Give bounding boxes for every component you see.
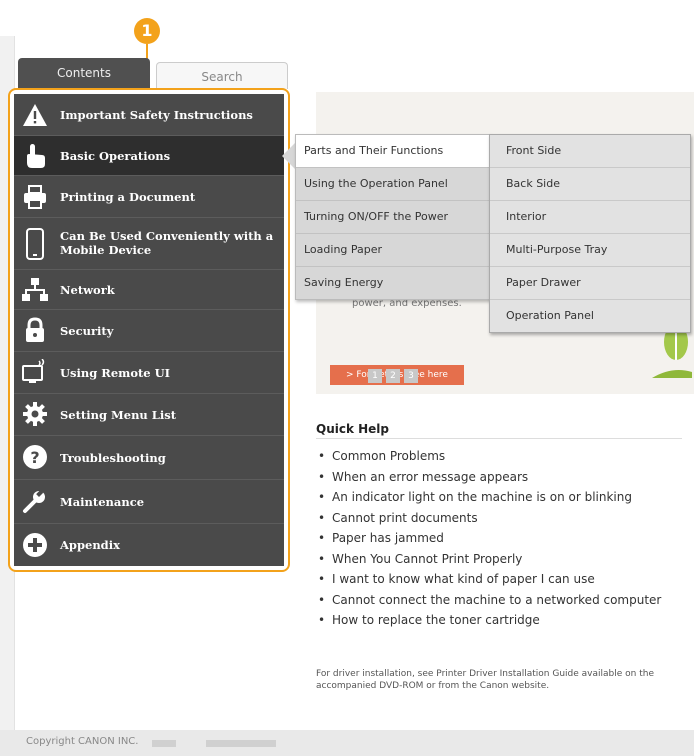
question-icon: ? (23, 445, 47, 469)
quick-help-divider (316, 438, 682, 439)
lock-icon (26, 317, 44, 342)
wrench-icon (23, 489, 45, 513)
driver-installation-note: For driver installation, see Printer Dri… (316, 669, 654, 691)
nav-item-mobile-device[interactable]: Can Be Used Conveniently with a Mobile D… (14, 218, 284, 270)
footer-blurred-text (206, 740, 276, 747)
nav-label: Important Safety Instructions (60, 108, 253, 122)
quick-help-link[interactable]: Common Problems (318, 446, 676, 467)
quick-help-link[interactable]: I want to know what kind of paper I can … (318, 569, 676, 590)
nav-item-basic-operations[interactable]: Basic Operations (14, 136, 284, 176)
menu-item-interior[interactable]: Interior (490, 201, 690, 234)
contents-nav: Important Safety Instructions Basic Oper… (14, 94, 284, 566)
nav-item-network[interactable]: Network (14, 270, 284, 310)
nav-label: Troubleshooting (60, 451, 166, 465)
nav-label: Printing a Document (60, 190, 196, 204)
quick-help-link[interactable]: When an error message appears (318, 467, 676, 488)
printer-icon (24, 185, 46, 209)
nav-item-appendix[interactable]: Appendix (14, 524, 284, 566)
footer-blurred-text (152, 740, 176, 747)
menu-item-parts-and-their-functions[interactable]: Parts and Their Functions (296, 135, 490, 168)
carousel-page-1[interactable]: 1 (368, 369, 382, 383)
quick-help-link[interactable]: Cannot connect the machine to a networke… (318, 590, 676, 611)
nav-item-using-remote-ui[interactable]: Using Remote UI (14, 352, 284, 394)
menu-item-using-the-operation-panel[interactable]: Using the Operation Panel (296, 168, 490, 201)
quick-help-link[interactable]: An indicator light on the machine is on … (318, 487, 676, 508)
quick-help-list: Common Problems When an error message ap… (318, 446, 676, 631)
footer: Copyright CANON INC. (0, 730, 694, 756)
quick-help-link[interactable]: When You Cannot Print Properly (318, 549, 676, 570)
contents-nav-highlight: Important Safety Instructions Basic Oper… (8, 88, 290, 572)
nav-label: Basic Operations (60, 149, 171, 163)
nav-item-important-safety-instructions[interactable]: Important Safety Instructions (14, 94, 284, 136)
gear-icon (23, 402, 47, 426)
hand-pointer-icon (27, 144, 45, 168)
warning-icon (23, 104, 47, 126)
mobile-device-icon (26, 228, 44, 260)
flyout-pointer (282, 142, 296, 170)
menu-item-turning-on-off-the-power[interactable]: Turning ON/OFF the Power (296, 201, 490, 234)
remote-ui-icon (22, 359, 45, 383)
menu-item-saving-energy[interactable]: Saving Energy (296, 267, 490, 299)
menu-item-paper-drawer[interactable]: Paper Drawer (490, 267, 690, 300)
menu-item-multi-purpose-tray[interactable]: Multi-Purpose Tray (490, 234, 690, 267)
nav-item-setting-menu-list[interactable]: Setting Menu List (14, 394, 284, 436)
nav-item-printing-a-document[interactable]: Printing a Document (14, 176, 284, 218)
tab-search[interactable]: Search (156, 62, 288, 89)
quick-help-link[interactable]: Paper has jammed (318, 528, 676, 549)
carousel-page-3[interactable]: 3 (404, 369, 418, 383)
nav-label: Security (60, 324, 114, 338)
nav-label: Network (60, 283, 115, 297)
quick-help-link[interactable]: How to replace the toner cartridge (318, 610, 676, 631)
quick-help-link[interactable]: Cannot print documents (318, 508, 676, 529)
submenu-parts-and-their-functions: Front Side Back Side Interior Multi-Purp… (489, 134, 691, 333)
callout-number: 1 (134, 18, 160, 44)
nav-item-maintenance[interactable]: Maintenance (14, 480, 284, 524)
carousel-page-2[interactable]: 2 (386, 369, 400, 383)
menu-item-loading-paper[interactable]: Loading Paper (296, 234, 490, 267)
nav-label: Can Be Used Conveniently with a Mobile D… (60, 229, 274, 257)
nav-item-troubleshooting[interactable]: ? Troubleshooting (14, 436, 284, 480)
nav-label: Setting Menu List (60, 408, 177, 422)
menu-item-front-side[interactable]: Front Side (490, 135, 690, 168)
plus-circle-icon (23, 533, 47, 557)
nav-label: Appendix (60, 538, 120, 552)
menu-item-operation-panel[interactable]: Operation Panel (490, 300, 690, 332)
submenu-basic-operations: Parts and Their Functions Using the Oper… (295, 134, 491, 300)
nav-item-security[interactable]: Security (14, 310, 284, 352)
quick-help-title: Quick Help (316, 422, 390, 436)
network-icon (22, 278, 48, 301)
nav-label: Maintenance (60, 495, 145, 509)
menu-item-back-side[interactable]: Back Side (490, 168, 690, 201)
svg-text:?: ? (30, 448, 39, 467)
tab-contents[interactable]: Contents (18, 58, 150, 88)
nav-label: Using Remote UI (60, 366, 171, 380)
footer-copyright: Copyright CANON INC. (26, 736, 139, 747)
